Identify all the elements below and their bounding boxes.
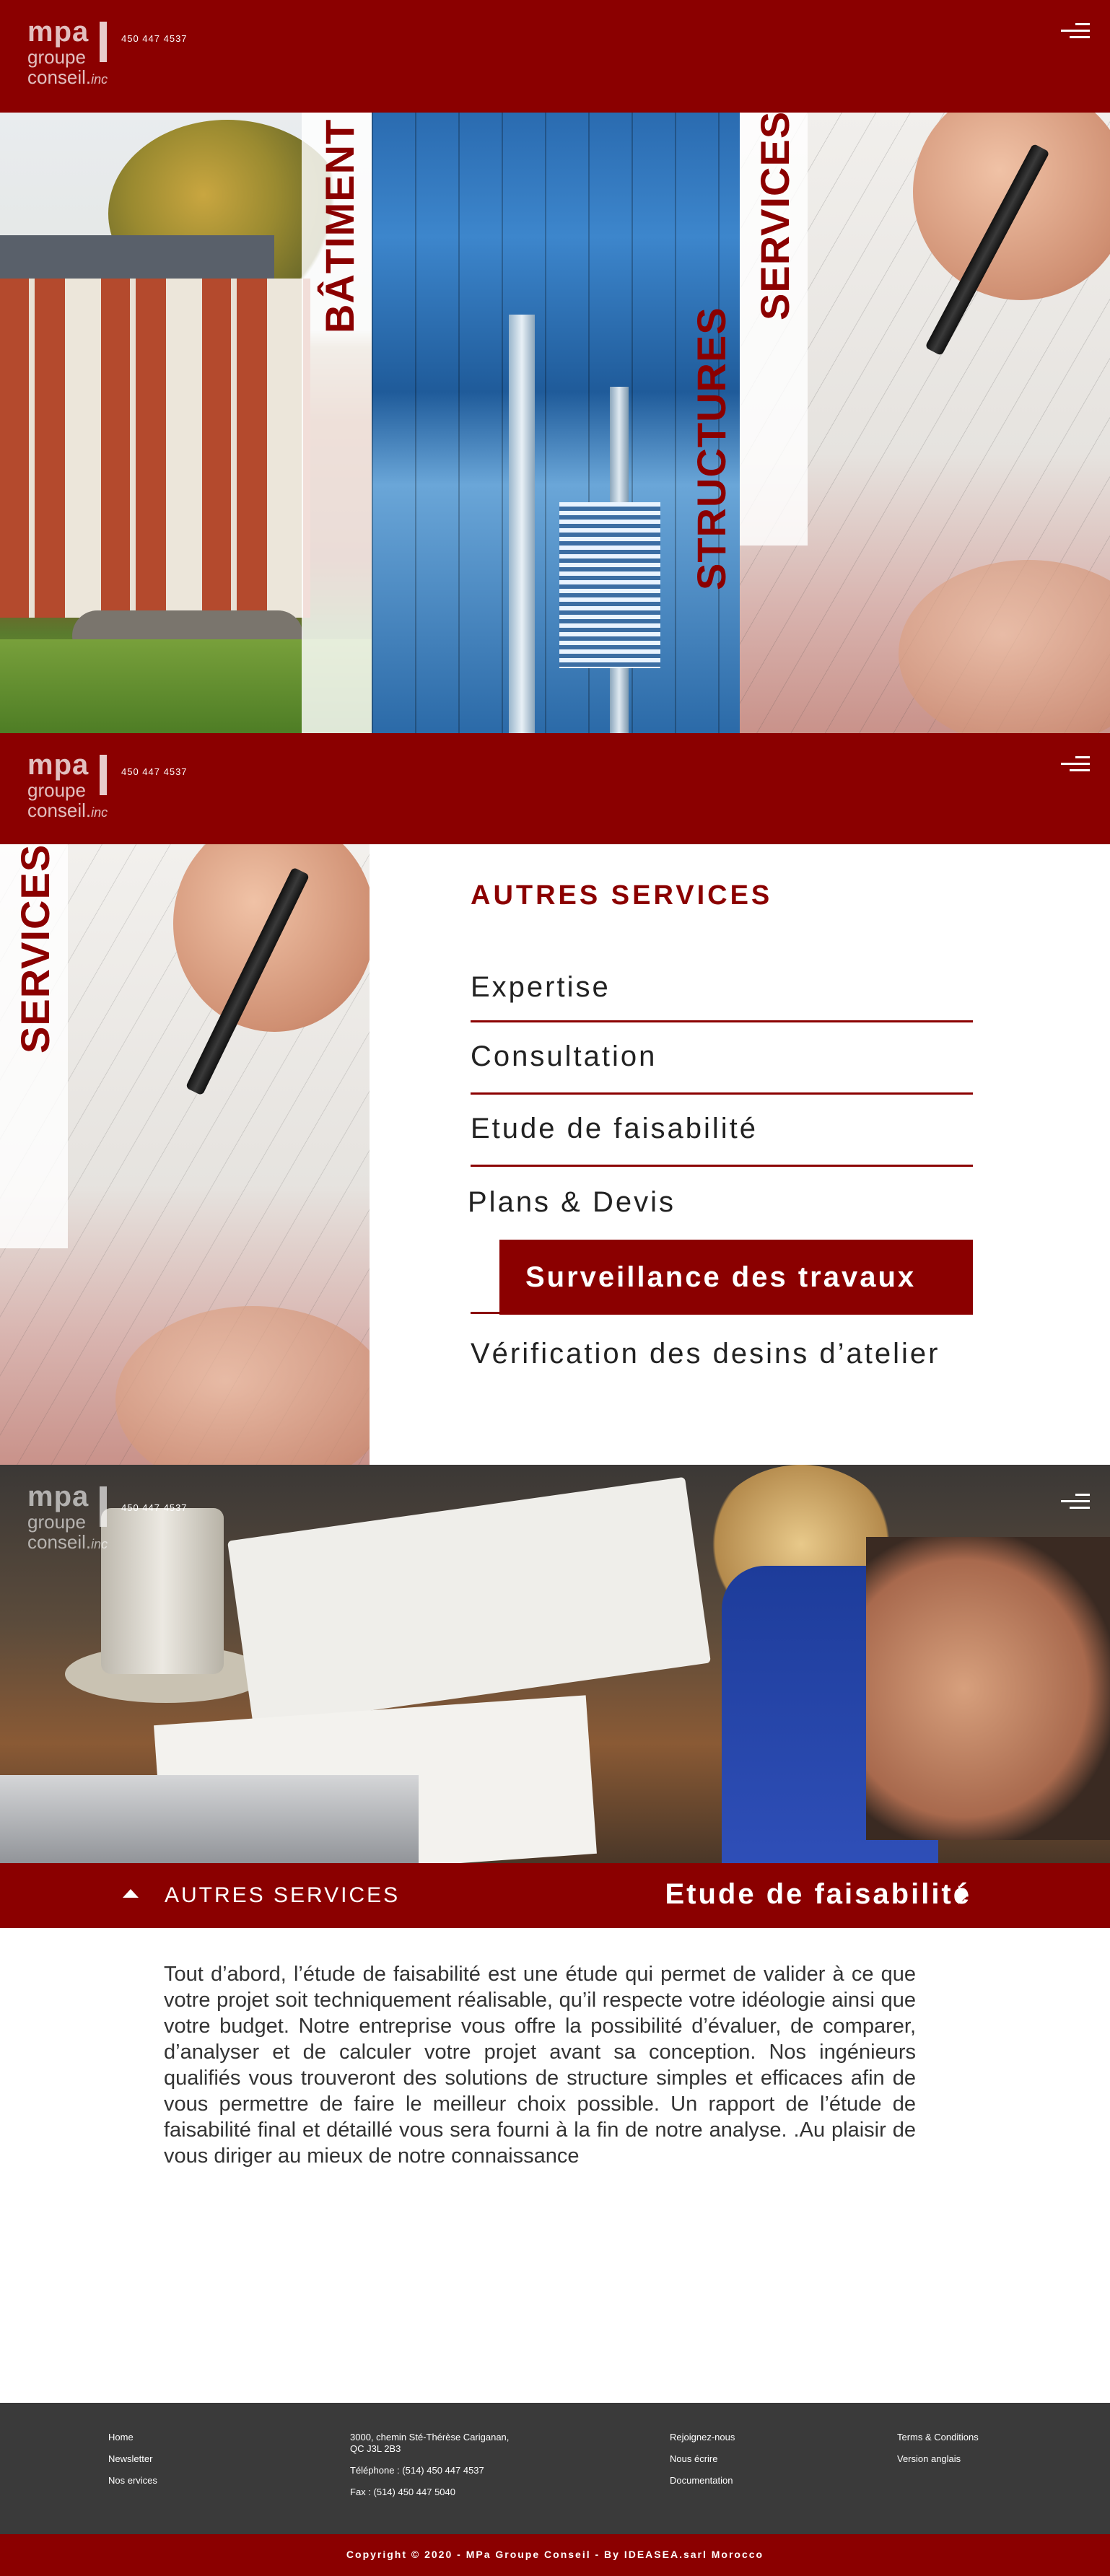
service-item-expertise[interactable]: Expertise	[471, 971, 973, 1004]
footer-col-contact: 3000, chemin Sté-Thérèse Cariganan, QC J…	[350, 2432, 509, 2508]
hero-triptych: BÂTIMENT STRUCTURES SERVICES	[0, 113, 1110, 733]
copyright-bar: Copyright © 2020 - MPa Groupe Conseil - …	[0, 2534, 1110, 2576]
logo[interactable]: mpa groupe conseil.inc	[27, 749, 121, 821]
footer-col-social: Rejoignez-nous Nous écrire Documentation	[670, 2432, 735, 2497]
current-service-title: Etude de faisabilité	[665, 1878, 971, 1910]
logo-conseil: conseil.	[27, 799, 92, 821]
footer-link-home[interactable]: Home	[108, 2432, 157, 2443]
service-item-faisabilite[interactable]: Etude de faisabilité	[471, 1113, 973, 1145]
footer-link-services[interactable]: Nos ervices	[108, 2475, 157, 2487]
service-item-consultation[interactable]: Consultation	[471, 1041, 973, 1073]
panel-label-services: SERVICES	[752, 113, 797, 320]
building-image	[0, 279, 310, 618]
service-item-plans-devis[interactable]: Plans & Devis	[468, 1186, 970, 1219]
logo-conseil: conseil.	[27, 66, 92, 88]
hand-image-2	[899, 560, 1110, 733]
logo-line2: groupe	[27, 46, 86, 68]
logo-conseil: conseil.	[27, 1531, 92, 1553]
service-description: Tout d’abord, l’étude de faisabilité est…	[164, 1963, 916, 2168]
header-phone[interactable]: 450 447 4537	[121, 33, 188, 44]
panel-label-structures: STRUCTURES	[689, 307, 734, 590]
logo-bar	[100, 22, 107, 62]
footer-address-line1: 3000, chemin Sté-Thérèse Cariganan,	[350, 2432, 510, 2443]
arrow-up-icon	[123, 1889, 139, 1898]
logo-mpa: mpa	[27, 749, 89, 781]
panel-label-batiment: BÂTIMENT	[317, 118, 362, 333]
footer: Home Newsletter Nos ervices 3000, chemin…	[0, 2403, 1110, 2534]
hand-image-2	[115, 1306, 370, 1465]
second-header: mpa groupe conseil.inc 450 447 4537	[0, 733, 1110, 844]
footer-link-docs[interactable]: Documentation	[670, 2475, 735, 2487]
footer-link-contact[interactable]: Nous écrire	[670, 2453, 735, 2465]
footer-fax: Fax : (514) 450 447 5040	[350, 2487, 455, 2497]
service-divider	[471, 1165, 973, 1167]
services-section: SERVICES AUTRES SERVICES Expertise Consu…	[0, 844, 1110, 1465]
service-divider	[471, 1092, 973, 1095]
breadcrumb-bar: AUTRES SERVICES Etude de faisabilité	[0, 1863, 1110, 1928]
service-divider	[471, 1020, 973, 1022]
logo-inc: inc	[91, 1537, 108, 1551]
top-header: mpa groupe conseil.inc 450 447 4537	[0, 0, 1110, 113]
logo-mpa: mpa	[27, 1481, 89, 1512]
logo-line3: conseil.inc	[27, 799, 108, 823]
active-marker	[471, 1312, 499, 1314]
footer-link-terms[interactable]: Terms & Conditions	[897, 2432, 979, 2443]
header-phone[interactable]: 450 447 4537	[121, 1502, 188, 1513]
service-item-verification[interactable]: Vérification des desins d’atelier	[471, 1338, 973, 1370]
logo-line3: conseil.inc	[27, 1531, 108, 1555]
footer-link-newsletter[interactable]: Newsletter	[108, 2453, 157, 2465]
arrow-right-icon[interactable]	[958, 1885, 969, 1904]
footer-address-line2: QC J3L 2B3	[350, 2443, 401, 2454]
logo-bar	[100, 1486, 107, 1527]
service-item-surveillance-active[interactable]: Surveillance des travaux	[499, 1240, 973, 1315]
window-image	[559, 502, 660, 668]
logo-inc: inc	[91, 805, 108, 820]
services-image: SERVICES	[0, 844, 370, 1465]
logo-line2: groupe	[27, 1511, 86, 1533]
services-side-label: SERVICES	[12, 844, 58, 1053]
laptop-image	[0, 1775, 419, 1863]
overlay-header: mpa groupe conseil.inc 450 447 4537	[0, 1465, 1110, 1573]
footer-link-english[interactable]: Version anglais	[897, 2453, 979, 2465]
face-image	[866, 1537, 1110, 1840]
panel-structures[interactable]: STRUCTURES	[372, 113, 740, 733]
panel-services[interactable]: SERVICES	[740, 113, 1110, 733]
footer-phone[interactable]: Téléphone : (514) 450 447 4537	[350, 2465, 509, 2476]
header-phone[interactable]: 450 447 4537	[121, 766, 188, 777]
logo-line3: conseil.inc	[27, 66, 108, 90]
footer-col-nav: Home Newsletter Nos ervices	[108, 2432, 157, 2497]
duct-image	[509, 315, 535, 733]
back-label: AUTRES SERVICES	[165, 1883, 401, 1907]
menu-icon[interactable]	[1061, 1494, 1090, 1512]
logo[interactable]: mpa groupe conseil.inc	[27, 1481, 121, 1553]
footer-link-join[interactable]: Rejoignez-nous	[670, 2432, 735, 2443]
services-title: AUTRES SERVICES	[471, 880, 773, 911]
logo[interactable]: mpa groupe conseil.inc	[27, 16, 121, 88]
menu-icon[interactable]	[1061, 23, 1090, 42]
footer-col-legal: Terms & Conditions Version anglais	[897, 2432, 979, 2475]
menu-icon[interactable]	[1061, 756, 1090, 775]
logo-inc: inc	[91, 72, 108, 87]
panel-batiment[interactable]: BÂTIMENT	[0, 113, 372, 733]
logo-line2: groupe	[27, 779, 86, 801]
logo-mpa: mpa	[27, 16, 89, 48]
logo-bar	[100, 755, 107, 795]
back-to-services-link[interactable]: AUTRES SERVICES	[123, 1863, 400, 1928]
